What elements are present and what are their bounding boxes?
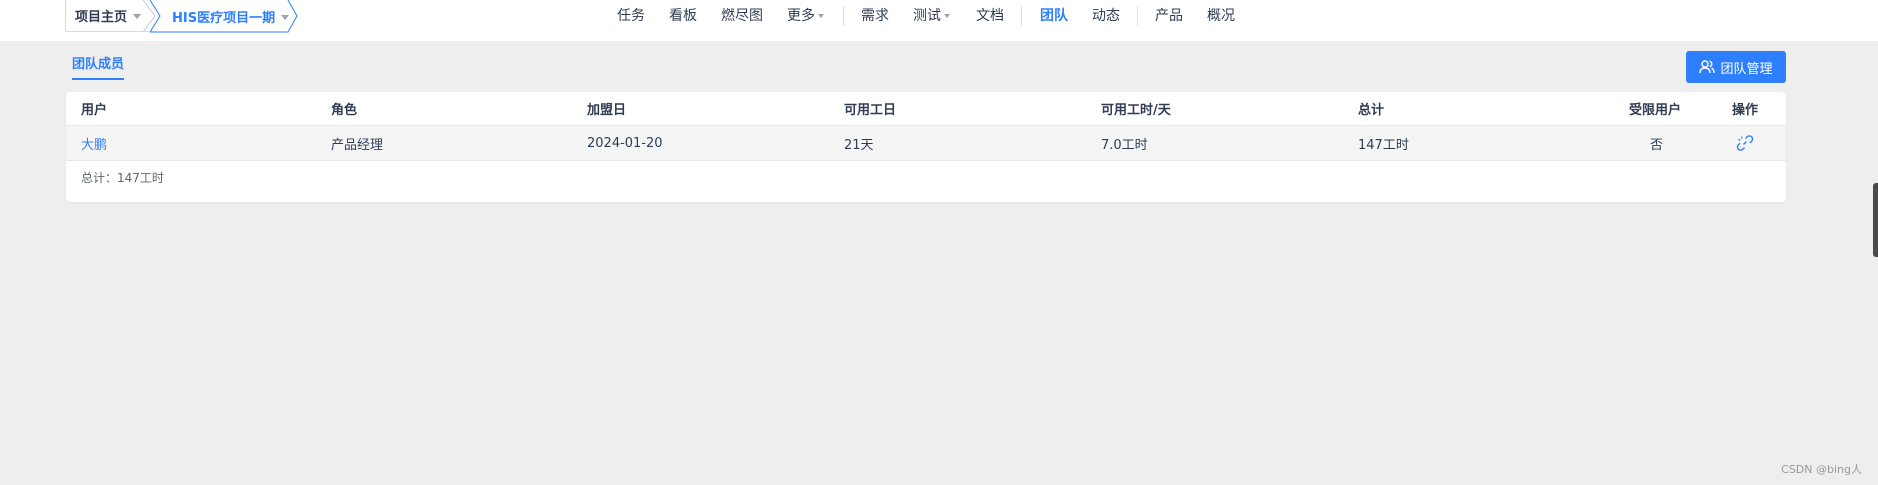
users-icon	[1699, 60, 1716, 74]
nav-divider	[1021, 6, 1022, 26]
nav-item-test[interactable]: 测试	[913, 0, 950, 32]
nav-item-team[interactable]: 团队	[1040, 0, 1068, 32]
nav-item-burndown[interactable]: 燃尽图	[721, 0, 763, 32]
nav-divider	[1137, 6, 1138, 26]
breadcrumb-active-outline	[150, 0, 298, 33]
team-manage-label: 团队管理	[1720, 61, 1773, 77]
team-table: 用户 角色 加盟日 可用工日 可用工时/天 总计 受限用户 操作 大鹏 产品经理…	[66, 92, 1786, 202]
nav-item-dynamic[interactable]: 动态	[1092, 0, 1120, 32]
column-header-actions: 操作	[1732, 103, 1759, 118]
unlink-icon	[1736, 135, 1754, 151]
column-header-total[interactable]: 总计	[1358, 92, 1384, 125]
nav-item-product[interactable]: 产品	[1155, 0, 1183, 32]
restricted-cell: 否	[1650, 137, 1664, 153]
breadcrumb-home-label: 项目主页	[75, 10, 128, 25]
tab-team-members-label: 团队成员	[72, 57, 125, 72]
watermark: CSDN @bing人	[1781, 463, 1862, 476]
top-navbar: 项目主页 HIS医疗项目一期 任务 看板 燃尽图 更多 需求 测试 文档 团队 …	[0, 0, 1878, 41]
chevron-down-icon	[133, 14, 142, 19]
column-header-role[interactable]: 角色	[331, 92, 357, 125]
team-manage-button[interactable]: 团队管理	[1686, 51, 1786, 83]
available-days-cell: 21天	[844, 137, 874, 153]
column-header-available-days[interactable]: 可用工日	[844, 92, 896, 125]
chevron-down-icon	[818, 14, 824, 18]
nav-item-kanban[interactable]: 看板	[669, 0, 697, 32]
nav-item-story[interactable]: 需求	[861, 0, 889, 32]
table-summary: 总计：147工时	[81, 171, 164, 185]
column-header-join-date[interactable]: 加盟日	[587, 92, 626, 125]
nav-divider	[843, 6, 844, 26]
tab-team-members[interactable]: 团队成员	[72, 56, 125, 80]
column-header-restricted: 受限用户	[1629, 103, 1682, 118]
column-header-user[interactable]: 用户	[81, 92, 107, 125]
nav-item-doc[interactable]: 文档	[976, 0, 1004, 32]
nav-item-overview[interactable]: 概况	[1207, 0, 1235, 32]
total-cell: 147工时	[1358, 137, 1409, 153]
nav-item-tasks[interactable]: 任务	[617, 0, 645, 32]
user-link[interactable]: 大鹏	[81, 126, 107, 160]
table-header-row: 用户 角色 加盟日 可用工日 可用工时/天 总计 受限用户 操作	[66, 92, 1786, 126]
table-row: 大鹏 产品经理 2024-01-20 21天 7.0工时 147工时 否	[66, 126, 1786, 161]
unlink-button[interactable]	[1736, 126, 1754, 160]
chevron-down-icon	[944, 14, 950, 18]
join-date-cell: 2024-01-20	[587, 135, 663, 151]
role-cell: 产品经理	[331, 137, 384, 153]
hours-per-day-cell: 7.0工时	[1101, 137, 1148, 153]
nav-item-more[interactable]: 更多	[787, 0, 824, 32]
scrollbar-thumb[interactable]	[1873, 183, 1878, 257]
column-header-hours-per-day[interactable]: 可用工时/天	[1101, 92, 1171, 125]
breadcrumb-home[interactable]: 项目主页	[65, 0, 153, 32]
